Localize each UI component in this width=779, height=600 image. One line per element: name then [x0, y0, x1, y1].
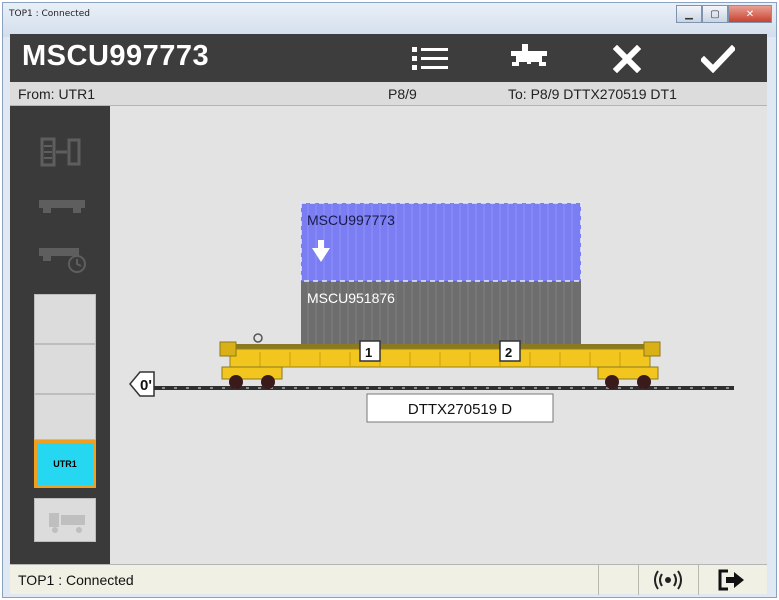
railcar-diagram: 0' MSCU951876 MSCU997773 1 2 DTTX270519 … [129, 202, 734, 423]
top-container-label: MSCU997773 [307, 212, 395, 228]
list-button[interactable] [408, 42, 452, 76]
railcar-small-icon [39, 200, 85, 213]
crane-spreader-icon [40, 137, 81, 167]
close-window-button[interactable]: ✕ [728, 5, 772, 23]
offset-marker: 0' [129, 371, 155, 397]
truck-icon [49, 513, 85, 533]
railcar-id-label: DTTX270519 D [408, 401, 512, 418]
location-slot-2[interactable] [34, 344, 96, 394]
location-slot-4[interactable] [34, 498, 96, 542]
status-divider [698, 565, 699, 595]
status-divider [598, 565, 599, 595]
position-label: P8/9 [388, 86, 417, 102]
move-info-bar: From: UTR1 P8/9 To: P8/9 DTTX270519 DT1 [10, 82, 767, 106]
maximize-button[interactable]: ▢ [702, 5, 728, 23]
platform-marker-2-label: 2 [505, 345, 512, 360]
location-utr1-button[interactable]: UTR1 [34, 440, 96, 488]
list-icon [412, 47, 448, 70]
bottom-container-label: MSCU951876 [307, 290, 395, 306]
status-divider [638, 565, 639, 595]
signal-button[interactable] [648, 570, 688, 590]
window-controls: ▁ ▢ ✕ [676, 5, 772, 25]
logout-button[interactable] [710, 568, 754, 592]
main-area: UTR1 0' MSCU951876 MSCU997773 1 2 DTTX27… [10, 106, 767, 564]
tool-button-3[interactable] [32, 240, 92, 276]
platform-marker-2[interactable]: 2 [499, 340, 521, 362]
location-slot-1[interactable] [34, 294, 96, 344]
radio-signal-icon [654, 570, 682, 590]
cancel-button[interactable] [605, 42, 649, 76]
railcar-view: 0' MSCU951876 MSCU997773 1 2 DTTX270519 … [110, 106, 767, 564]
offset-label: 0' [140, 377, 152, 394]
left-toolbar: UTR1 [10, 106, 110, 564]
railcar-id-box[interactable]: DTTX270519 D [366, 393, 554, 423]
checkmark-icon [701, 45, 735, 73]
platform-marker-1-label: 1 [365, 345, 372, 360]
header-bar: MSCU997773 [10, 34, 767, 82]
exit-icon [718, 569, 744, 591]
tool-button-1[interactable] [32, 134, 92, 170]
window-titlebar: TOP1 : Connected ▁ ▢ ✕ [3, 3, 776, 37]
railcar-button[interactable] [507, 42, 551, 76]
status-bar: TOP1 : Connected [10, 564, 767, 595]
minimize-button[interactable]: ▁ [676, 5, 702, 23]
tool-button-2[interactable] [32, 188, 92, 224]
connection-status: TOP1 : Connected [18, 572, 134, 588]
close-icon [613, 45, 641, 73]
top-container[interactable]: MSCU997773 [300, 202, 582, 282]
confirm-button[interactable] [696, 42, 740, 76]
railcar-clock-icon [39, 248, 86, 273]
location-slot-3[interactable] [34, 394, 96, 440]
railcar-icon [511, 44, 547, 66]
platform-marker-1[interactable]: 1 [359, 340, 381, 362]
to-location: To: P8/9 DTTX270519 DT1 [508, 86, 677, 102]
page-title: MSCU997773 [22, 40, 210, 72]
from-location: From: UTR1 [18, 86, 95, 102]
bottom-container[interactable]: MSCU951876 [301, 281, 581, 345]
window-title: TOP1 : Connected [9, 9, 90, 19]
